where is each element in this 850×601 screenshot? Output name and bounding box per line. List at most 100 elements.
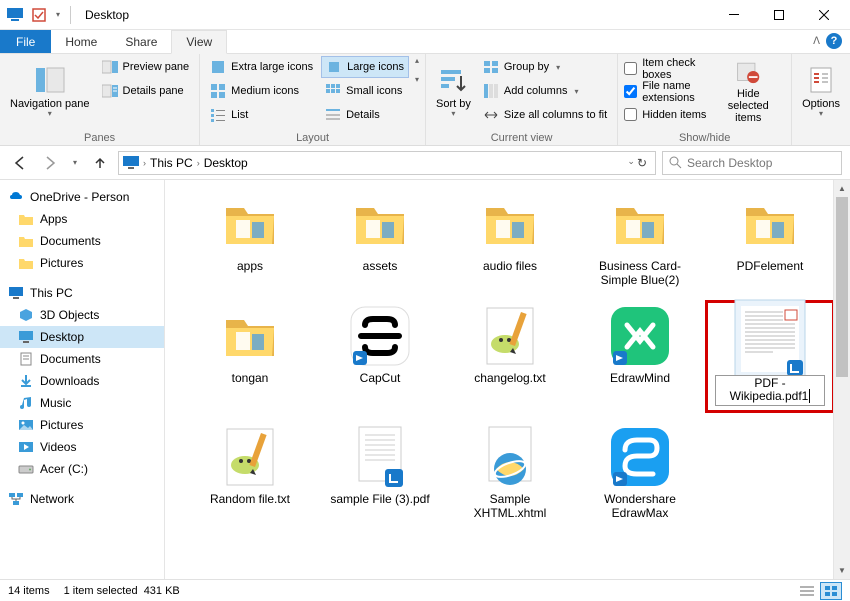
help-icon[interactable]: ? [826, 33, 842, 49]
navigation-pane-button[interactable]: Navigation pane ▾ [6, 56, 94, 126]
details-view-button[interactable] [796, 582, 818, 600]
options-button[interactable]: Options ▾ [798, 56, 844, 126]
group-label-show-hide: Show/hide [624, 131, 785, 144]
forward-button[interactable] [38, 151, 62, 175]
refresh-button[interactable]: ↻ [637, 156, 647, 170]
hide-selected-button[interactable]: Hide selected items [712, 56, 786, 126]
file-item[interactable]: assets [315, 188, 445, 292]
tree-onedrive[interactable]: OneDrive - Person [0, 186, 164, 208]
tab-share[interactable]: Share [111, 30, 171, 53]
large-icons-button[interactable]: Large icons [321, 56, 409, 78]
close-button[interactable] [801, 0, 846, 30]
titlebar: ▾ Desktop [0, 0, 850, 30]
tree-drive-c[interactable]: Acer (C:) [0, 458, 164, 480]
tree-onedrive-apps[interactable]: Apps [0, 208, 164, 230]
ribbon-group-panes: Navigation pane ▾ Preview pane Details p… [0, 54, 200, 145]
tree-downloads[interactable]: Downloads [0, 370, 164, 392]
details-pane-button[interactable]: Details pane [98, 80, 194, 102]
add-columns-button[interactable]: Add columns▾ [479, 80, 611, 102]
tree-onedrive-documents[interactable]: Documents [0, 230, 164, 252]
list-button[interactable]: List [206, 104, 317, 126]
explorer-icon[interactable] [4, 4, 26, 26]
file-item[interactable]: Sample XHTML.xhtml [445, 421, 575, 525]
tree-network[interactable]: Network [0, 488, 164, 510]
file-thumbnail [470, 192, 550, 256]
details-button[interactable]: Details [321, 104, 409, 126]
maximize-button[interactable] [756, 0, 801, 30]
back-button[interactable] [8, 151, 32, 175]
search-input[interactable]: Search Desktop [662, 151, 842, 175]
ribbon-group-show-hide: Item check boxes File name extensions Hi… [618, 54, 792, 145]
size-columns-button[interactable]: Size all columns to fit [479, 104, 611, 126]
file-list[interactable]: apps assets audio files Business Card-Simpl… [165, 180, 833, 579]
ribbon-group-current-view: Sort by ▾ Group by▾ Add columns▾ Size al… [426, 54, 618, 145]
file-label: Business Card-Simple Blue(2) [585, 260, 695, 288]
file-item[interactable]: changelog.txt [445, 300, 575, 414]
chevron-down-icon: ▾ [451, 110, 455, 119]
up-button[interactable] [88, 151, 112, 175]
tab-view[interactable]: View [171, 30, 227, 54]
navigation-tree[interactable]: OneDrive - Person Apps Documents Picture… [0, 180, 165, 579]
file-item[interactable]: tongan [185, 300, 315, 414]
file-item[interactable]: Wondershare EdrawMax [575, 421, 705, 525]
hidden-items-checkbox[interactable]: Hidden items [624, 104, 707, 125]
file-item[interactable]: apps [185, 188, 315, 292]
chevron-right-icon[interactable]: › [143, 158, 146, 168]
medium-icons-button[interactable]: Medium icons [206, 80, 317, 102]
file-item[interactable]: audio files [445, 188, 575, 292]
properties-icon[interactable] [28, 4, 50, 26]
scroll-thumb[interactable] [836, 197, 848, 377]
layout-scroll-up[interactable]: ▴ [415, 56, 419, 65]
file-item[interactable]: Business Card-Simple Blue(2) [575, 188, 705, 292]
file-item[interactable]: PDFelement [705, 188, 833, 292]
recent-dropdown[interactable]: ▾ [68, 151, 82, 175]
tree-desktop[interactable]: Desktop [0, 326, 164, 348]
extra-large-icons-button[interactable]: Extra large icons [206, 56, 317, 78]
group-by-button[interactable]: Group by▾ [479, 56, 611, 78]
tab-home[interactable]: Home [51, 30, 111, 53]
breadcrumb-dropdown[interactable]: ⌄ [627, 156, 635, 170]
file-label: assets [363, 260, 398, 274]
file-label[interactable]: PDF - Wikipedia.pdf1 [715, 375, 825, 407]
file-item[interactable]: CapCut [315, 300, 445, 414]
file-label: CapCut [360, 372, 401, 386]
file-thumbnail [340, 192, 420, 256]
tab-file[interactable]: File [0, 30, 51, 53]
ribbon-group-options: Options ▾ [792, 54, 850, 145]
small-icons-button[interactable]: Small icons [321, 80, 409, 102]
file-thumbnail [470, 304, 550, 368]
ribbon: Navigation pane ▾ Preview pane Details p… [0, 54, 850, 146]
tree-videos[interactable]: Videos [0, 436, 164, 458]
file-item[interactable]: sample File (3).pdf [315, 421, 445, 525]
large-icons-view-button[interactable] [820, 582, 842, 600]
monitor-icon [123, 156, 139, 170]
tree-music[interactable]: Music [0, 392, 164, 414]
breadcrumb-this-pc[interactable]: This PC [150, 156, 193, 170]
file-label: EdrawMind [610, 372, 670, 386]
breadcrumb-desktop[interactable]: Desktop [204, 156, 248, 170]
scroll-down[interactable]: ▼ [834, 562, 850, 579]
tree-onedrive-pictures[interactable]: Pictures [0, 252, 164, 274]
preview-pane-button[interactable]: Preview pane [98, 56, 194, 78]
file-item[interactable]: Random file.txt [185, 421, 315, 525]
file-extensions-checkbox[interactable]: File name extensions [624, 81, 707, 102]
file-item[interactable]: PDF - Wikipedia.pdf1 [705, 300, 833, 414]
layout-scroll-down[interactable]: ▾ [415, 75, 419, 84]
tree-documents[interactable]: Documents [0, 348, 164, 370]
minimize-button[interactable] [711, 0, 756, 30]
file-thumbnail [210, 304, 290, 368]
tree-3d-objects[interactable]: 3D Objects [0, 304, 164, 326]
vertical-scrollbar[interactable]: ▲ ▼ [833, 180, 850, 579]
qat-dropdown[interactable]: ▾ [52, 4, 64, 26]
tree-this-pc[interactable]: This PC [0, 282, 164, 304]
item-checkboxes-checkbox[interactable]: Item check boxes [624, 58, 707, 79]
file-item[interactable]: EdrawMind [575, 300, 705, 414]
breadcrumb[interactable]: › This PC › Desktop ⌄ ↻ [118, 151, 656, 175]
chevron-right-icon[interactable]: › [197, 158, 200, 168]
sort-by-button[interactable]: Sort by ▾ [432, 56, 475, 126]
tree-pictures[interactable]: Pictures [0, 414, 164, 436]
status-selected: 1 item selected 431 KB [64, 585, 180, 597]
ribbon-collapse-icon[interactable]: ᐱ [813, 36, 820, 47]
scroll-up[interactable]: ▲ [834, 180, 850, 197]
file-label: tongan [232, 372, 269, 386]
